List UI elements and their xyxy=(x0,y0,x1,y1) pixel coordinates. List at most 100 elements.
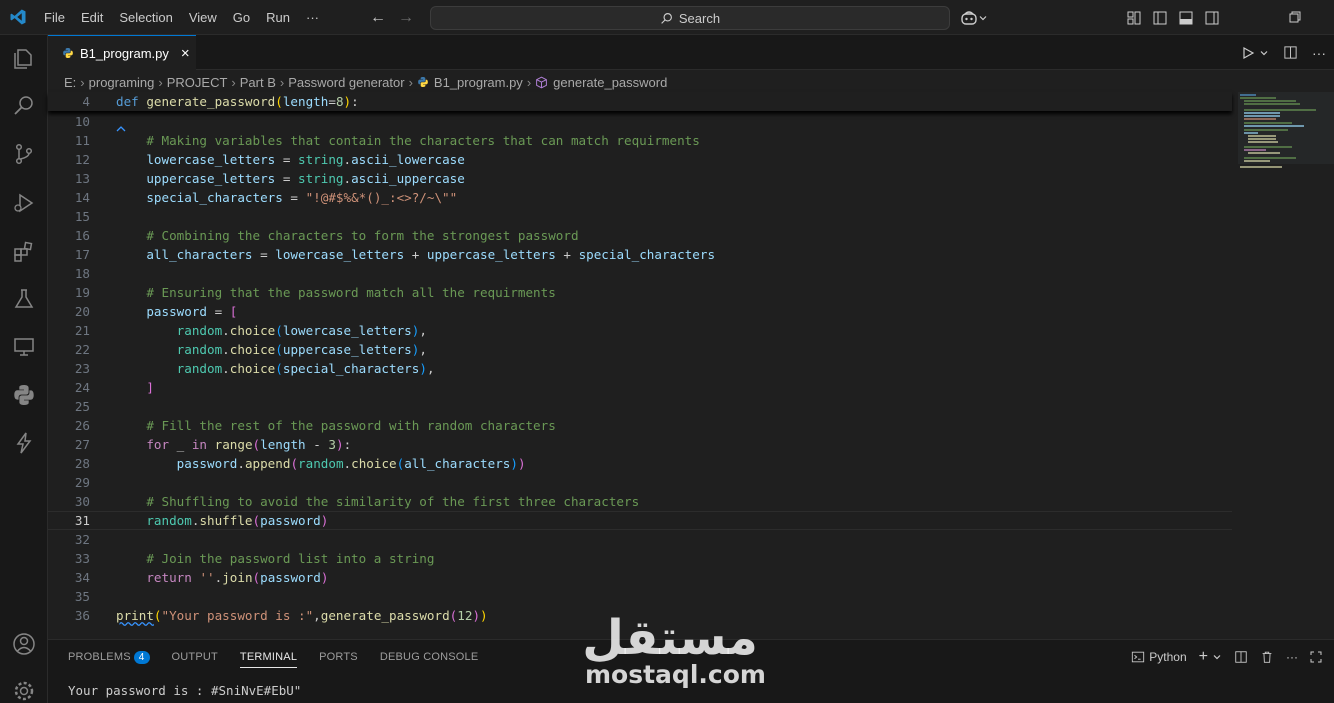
code-token: # Making variables that contain the char… xyxy=(146,133,700,148)
toggle-secondary-sidebar-icon[interactable] xyxy=(1204,10,1220,26)
code-token: ( xyxy=(290,456,299,471)
code-line-22[interactable]: 22 random.choice(uppercase_letters), xyxy=(48,340,1232,359)
chevron-down-icon xyxy=(979,15,987,20)
chevron-down-icon[interactable] xyxy=(1212,652,1222,662)
more-actions-icon[interactable]: ··· xyxy=(1286,650,1298,664)
code-line-27[interactable]: 27 for _ in range(length - 3): xyxy=(48,435,1232,454)
testing-flask-icon[interactable] xyxy=(12,287,36,311)
restore-window-icon[interactable] xyxy=(1288,10,1302,24)
breadcrumb-drive[interactable]: E: xyxy=(64,75,76,90)
tab-debug-console[interactable]: DEBUG CONSOLE xyxy=(380,651,479,667)
explorer-icon[interactable] xyxy=(12,47,36,71)
code-line-13[interactable]: 13 uppercase_letters = string.ascii_uppe… xyxy=(48,169,1232,188)
new-terminal-icon[interactable]: + xyxy=(1199,648,1208,666)
copilot-menu[interactable] xyxy=(960,0,988,35)
terminal-shell-selector[interactable]: Python xyxy=(1131,650,1187,664)
back-arrow-icon[interactable]: ← xyxy=(370,9,386,27)
code-line-33[interactable]: 33 # Join the password list into a strin… xyxy=(48,549,1232,568)
code-line-30[interactable]: 30 # Shuffling to avoid the similarity o… xyxy=(48,492,1232,511)
line-number: 22 xyxy=(74,342,90,357)
maximize-panel-icon[interactable] xyxy=(1310,651,1322,663)
code-line-4[interactable]: 4 def generate_password(length=8): xyxy=(48,92,1232,111)
chevron-down-icon[interactable] xyxy=(1259,48,1269,58)
code-line-35[interactable]: 35 xyxy=(48,587,1232,606)
code-line-28[interactable]: 28 password.append(random.choice(all_cha… xyxy=(48,454,1232,473)
code-line-29[interactable]: 29 xyxy=(48,473,1232,492)
code-line-10[interactable]: 10 xyxy=(48,112,1232,131)
run-debug-icon[interactable] xyxy=(12,191,36,215)
trash-icon[interactable] xyxy=(1260,650,1274,664)
remote-explorer-icon[interactable] xyxy=(12,335,36,359)
code-line-11[interactable]: 11 # Making variables that contain the c… xyxy=(48,131,1232,150)
code-line-32[interactable]: 32 xyxy=(48,530,1232,549)
code-editor[interactable]: 4 def generate_password(length=8): 10 11 # … xyxy=(48,92,1334,638)
split-editor-icon[interactable] xyxy=(1283,45,1298,60)
python-icon[interactable] xyxy=(12,383,36,407)
tab-output[interactable]: OUTPUT xyxy=(172,651,218,667)
line-number: 28 xyxy=(74,456,90,471)
tab-b1-program[interactable]: B1_program.py × xyxy=(48,35,196,70)
breadcrumb-part-b[interactable]: Part B xyxy=(240,75,276,90)
code-line-20[interactable]: 20 password = [ xyxy=(48,302,1232,321)
breadcrumb-symbol[interactable]: generate_password xyxy=(553,75,667,90)
more-actions-icon[interactable]: ··· xyxy=(1312,45,1326,61)
forward-arrow-icon[interactable]: → xyxy=(398,9,414,27)
toggle-primary-sidebar-icon[interactable] xyxy=(1152,10,1168,26)
code-token: ) xyxy=(480,608,488,623)
menu-go[interactable]: Go xyxy=(225,0,258,35)
breadcrumb-programing[interactable]: programing xyxy=(89,75,155,90)
fold-chevron-icon[interactable] xyxy=(116,125,126,133)
menu-selection[interactable]: Selection xyxy=(111,0,180,35)
menu-run[interactable]: Run xyxy=(258,0,298,35)
line-number: 12 xyxy=(74,152,90,167)
code-line-23[interactable]: 23 random.choice(special_characters), xyxy=(48,359,1232,378)
code-text: # Fill the rest of the password with ran… xyxy=(116,418,556,433)
lightning-icon[interactable] xyxy=(12,431,36,455)
code-line-15[interactable]: 15 xyxy=(48,207,1232,226)
code-token: . xyxy=(237,456,245,471)
menu-file[interactable]: File xyxy=(36,0,73,35)
extensions-icon[interactable] xyxy=(12,240,36,264)
account-icon[interactable] xyxy=(12,632,36,656)
run-file-icon[interactable] xyxy=(1241,46,1255,60)
settings-gear-icon[interactable] xyxy=(12,679,36,703)
search-view-icon[interactable] xyxy=(12,93,36,117)
code-token: lowercase_letters xyxy=(146,152,276,167)
code-line-21[interactable]: 21 random.choice(lowercase_letters), xyxy=(48,321,1232,340)
terminal-output[interactable]: Your password is : #SniNvE#EbU" xyxy=(68,683,301,698)
tab-ports[interactable]: PORTS xyxy=(319,651,358,667)
menu-more[interactable]: ··· xyxy=(298,0,327,35)
code-line-34[interactable]: 34 return ''.join(password) xyxy=(48,568,1232,587)
split-terminal-icon[interactable] xyxy=(1234,650,1248,664)
breadcrumb-file[interactable]: B1_program.py xyxy=(434,75,523,90)
code-line-18[interactable]: 18 xyxy=(48,264,1232,283)
customize-layout-icon[interactable] xyxy=(1126,10,1142,26)
code-line-26[interactable]: 26 # Fill the rest of the password with … xyxy=(48,416,1232,435)
code-line-25[interactable]: 25 xyxy=(48,397,1232,416)
code-line-19[interactable]: 19 # Ensuring that the password match al… xyxy=(48,283,1232,302)
close-tab-icon[interactable]: × xyxy=(181,45,190,62)
code-line-14[interactable]: 14 special_characters = "!@#$%&*()_:<>?/… xyxy=(48,188,1232,207)
code-line-17[interactable]: 17 all_characters = lowercase_letters + … xyxy=(48,245,1232,264)
code-token: # Fill the rest of the password with ran… xyxy=(146,418,556,433)
code-line-24[interactable]: 24 ] xyxy=(48,378,1232,397)
minimap[interactable] xyxy=(1236,92,1334,638)
menu-edit[interactable]: Edit xyxy=(73,0,111,35)
source-control-icon[interactable] xyxy=(12,142,36,166)
breadcrumb-password-generator[interactable]: Password generator xyxy=(288,75,404,90)
command-center-search[interactable]: Search xyxy=(430,6,950,30)
line-number: 15 xyxy=(74,209,90,224)
minimap-preview xyxy=(1238,92,1334,168)
breadcrumb-project[interactable]: PROJECT xyxy=(167,75,228,90)
code-line-12[interactable]: 12 lowercase_letters = string.ascii_lowe… xyxy=(48,150,1232,169)
toggle-panel-icon[interactable] xyxy=(1178,10,1194,26)
code-line-16[interactable]: 16 # Combining the characters to form th… xyxy=(48,226,1232,245)
tab-problems[interactable]: PROBLEMS 4 xyxy=(68,650,150,668)
tab-terminal[interactable]: TERMINAL xyxy=(239,651,298,668)
code-token: . xyxy=(343,456,352,471)
menu-view[interactable]: View xyxy=(181,0,225,35)
code-line-31[interactable]: 31 random.shuffle(password) xyxy=(48,511,1232,530)
code-token: # Ensuring that the password match all t… xyxy=(146,285,556,300)
